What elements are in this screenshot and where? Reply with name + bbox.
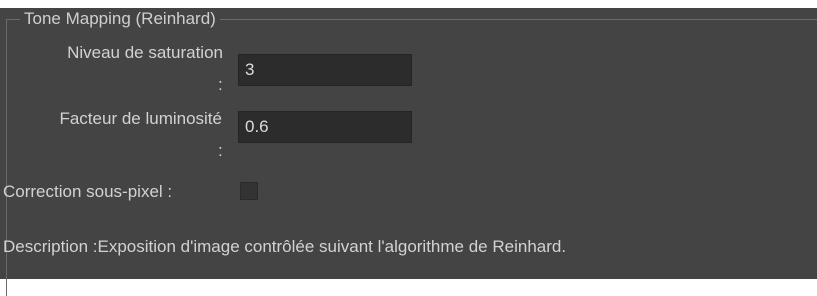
- description-label: Description :: [3, 237, 98, 256]
- brightness-colon: :: [218, 141, 223, 160]
- description: Description :Exposition d'image contrôlé…: [3, 236, 566, 258]
- brightness-label: Facteur de luminosité: [59, 109, 222, 128]
- description-text: Exposition d'image contrôlée suivant l'a…: [97, 237, 567, 256]
- saturation-label: Niveau de saturation: [67, 43, 223, 62]
- groupbox-title: Tone Mapping (Reinhard): [20, 9, 220, 29]
- brightness-input[interactable]: [238, 111, 412, 143]
- saturation-input[interactable]: [238, 54, 412, 86]
- subpixel-correction-label: Correction sous-pixel :: [3, 182, 173, 201]
- tone-mapping-panel: Tone Mapping (Reinhard) Niveau de satura…: [0, 8, 817, 296]
- groupbox-frame-top-line: [286, 19, 817, 20]
- subpixel-correction-checkbox[interactable]: [240, 182, 258, 200]
- saturation-colon: :: [218, 75, 223, 94]
